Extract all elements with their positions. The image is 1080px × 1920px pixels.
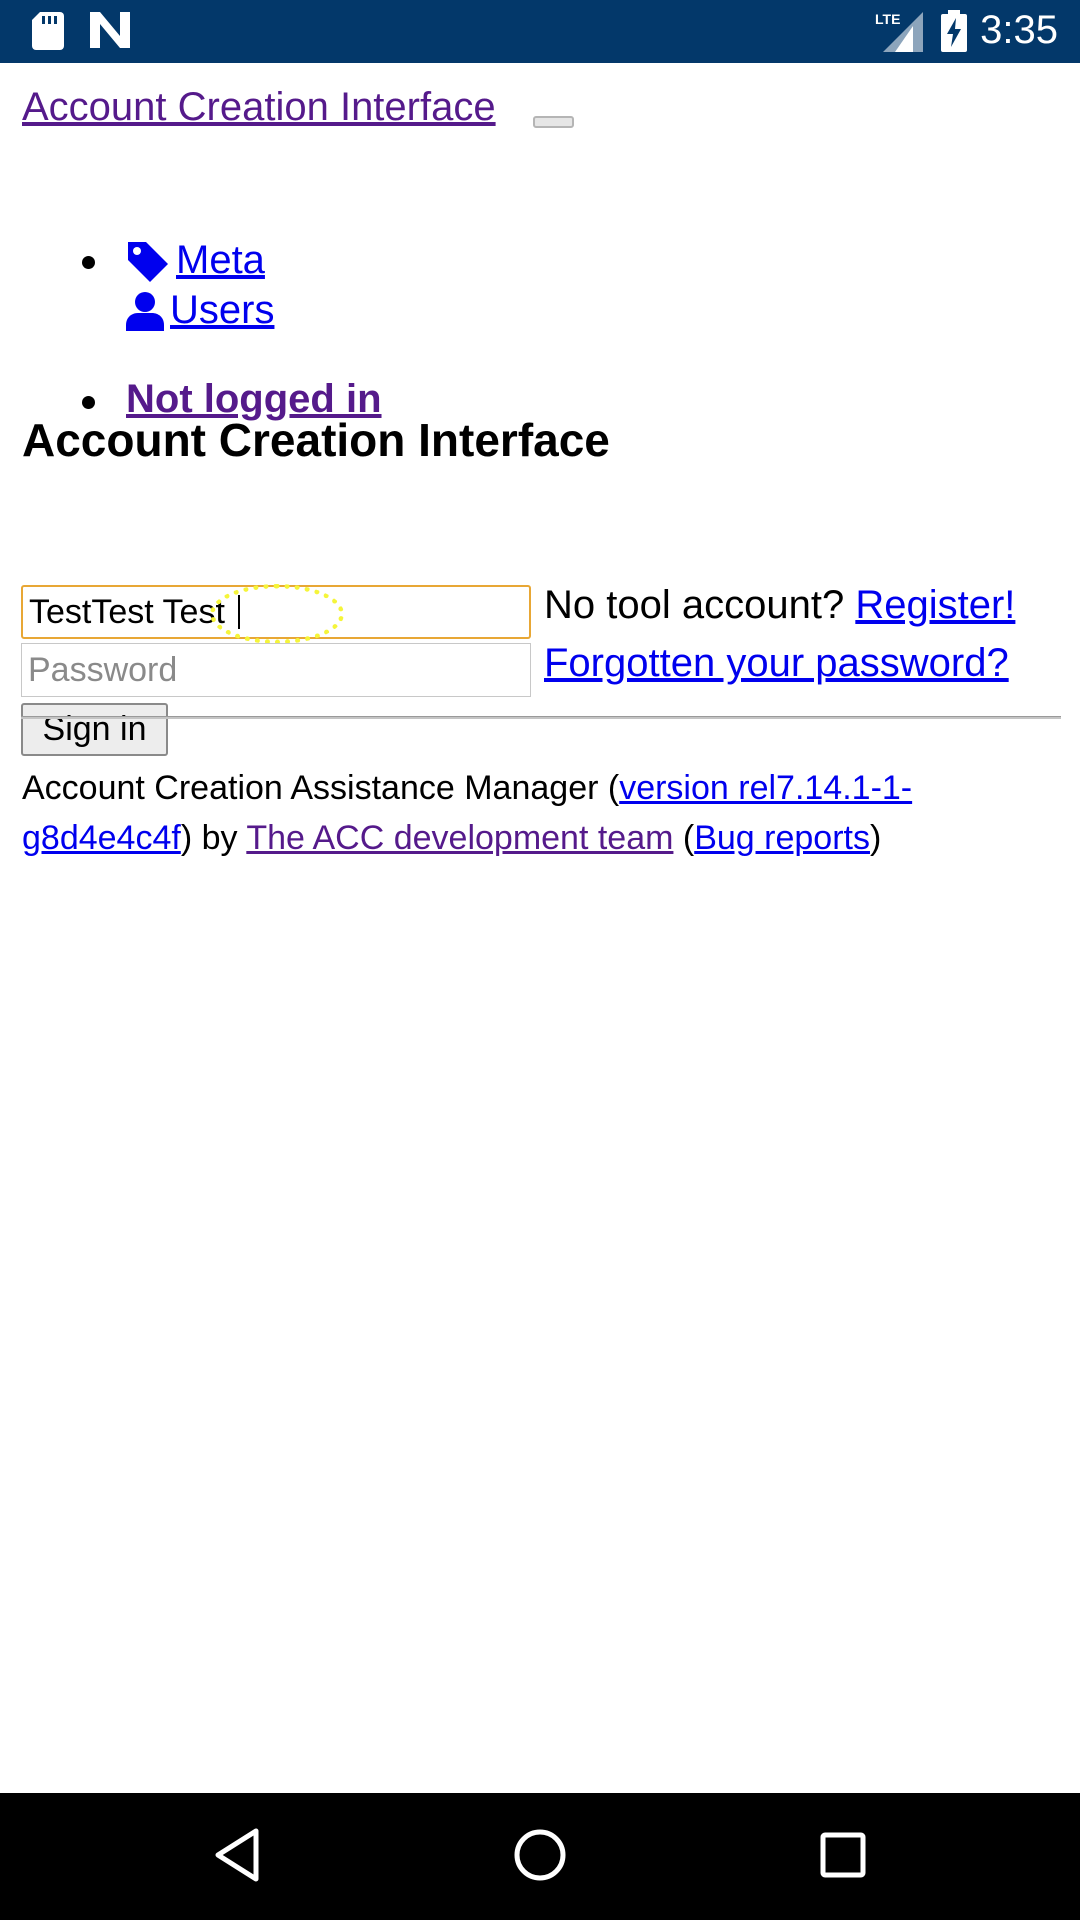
home-icon[interactable] xyxy=(510,1825,570,1885)
footer: Account Creation Assistance Manager (ver… xyxy=(22,763,1062,863)
nav-item-meta-label: Meta xyxy=(176,238,265,282)
recents-icon[interactable] xyxy=(818,1825,868,1885)
user-icon xyxy=(126,291,164,331)
web-page: Account Creation Interface Meta Users No… xyxy=(0,63,1080,1793)
nav-item-users[interactable]: Users xyxy=(126,288,274,333)
network-label: LTE xyxy=(875,11,900,27)
system-nav-bar xyxy=(0,1793,1080,1920)
register-link[interactable]: Register! xyxy=(855,583,1015,627)
bullet-icon xyxy=(82,396,95,409)
brand-link[interactable]: Account Creation Interface xyxy=(22,85,496,130)
forgot-password-link[interactable]: Forgotten your password? xyxy=(544,641,1009,686)
bullet-icon xyxy=(82,256,95,269)
page-title: Account Creation Interface xyxy=(22,414,610,466)
lte-signal-icon: LTE xyxy=(875,11,923,52)
text-caret xyxy=(238,595,240,629)
back-icon[interactable] xyxy=(212,1825,262,1885)
status-bar: LTE 3:35 xyxy=(0,0,1080,63)
tag-icon xyxy=(128,241,168,282)
n-logo-icon xyxy=(90,12,130,48)
nav-item-users-label: Users xyxy=(170,288,275,332)
clock: 3:35 xyxy=(980,8,1058,52)
sd-card-icon xyxy=(32,12,64,50)
navbar-toggle-button[interactable] xyxy=(533,116,574,128)
nav-item-meta[interactable]: Meta xyxy=(126,238,265,283)
sign-in-button[interactable]: Sign in xyxy=(21,703,168,756)
footer-by: ) by xyxy=(180,819,247,857)
battery-charging-icon xyxy=(941,10,967,52)
bug-reports-link[interactable]: Bug reports xyxy=(694,819,870,857)
footer-sep: ( xyxy=(673,819,695,857)
footer-suffix: ) xyxy=(869,819,882,857)
username-input[interactable] xyxy=(21,585,531,639)
team-link[interactable]: The ACC development team xyxy=(246,819,673,857)
password-input[interactable] xyxy=(21,643,531,697)
no-account-line: No tool account? Register! xyxy=(544,583,1015,628)
no-account-text: No tool account? xyxy=(544,583,845,627)
divider xyxy=(21,716,1061,719)
footer-prefix: Account Creation Assistance Manager ( xyxy=(22,769,620,807)
